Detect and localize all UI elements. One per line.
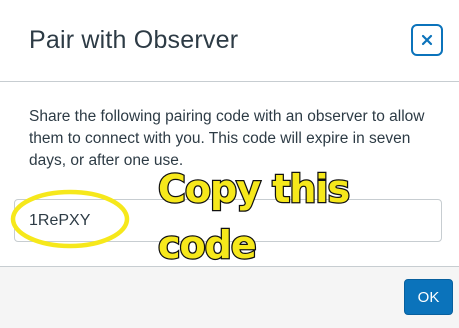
pairing-instructions: Share the following pairing code with an… xyxy=(29,108,425,169)
dialog-title: Pair with Observer xyxy=(29,26,239,54)
pair-observer-dialog: Pair with Observer Share the following p… xyxy=(0,0,459,328)
ok-button[interactable]: OK xyxy=(404,279,453,315)
annotation-text-line2: code xyxy=(157,223,258,267)
dialog-header: Pair with Observer xyxy=(0,0,459,82)
dialog-footer xyxy=(0,266,459,328)
close-icon xyxy=(421,34,433,46)
annotation-text-line1: Copy this xyxy=(157,167,352,211)
close-button[interactable] xyxy=(411,24,443,56)
